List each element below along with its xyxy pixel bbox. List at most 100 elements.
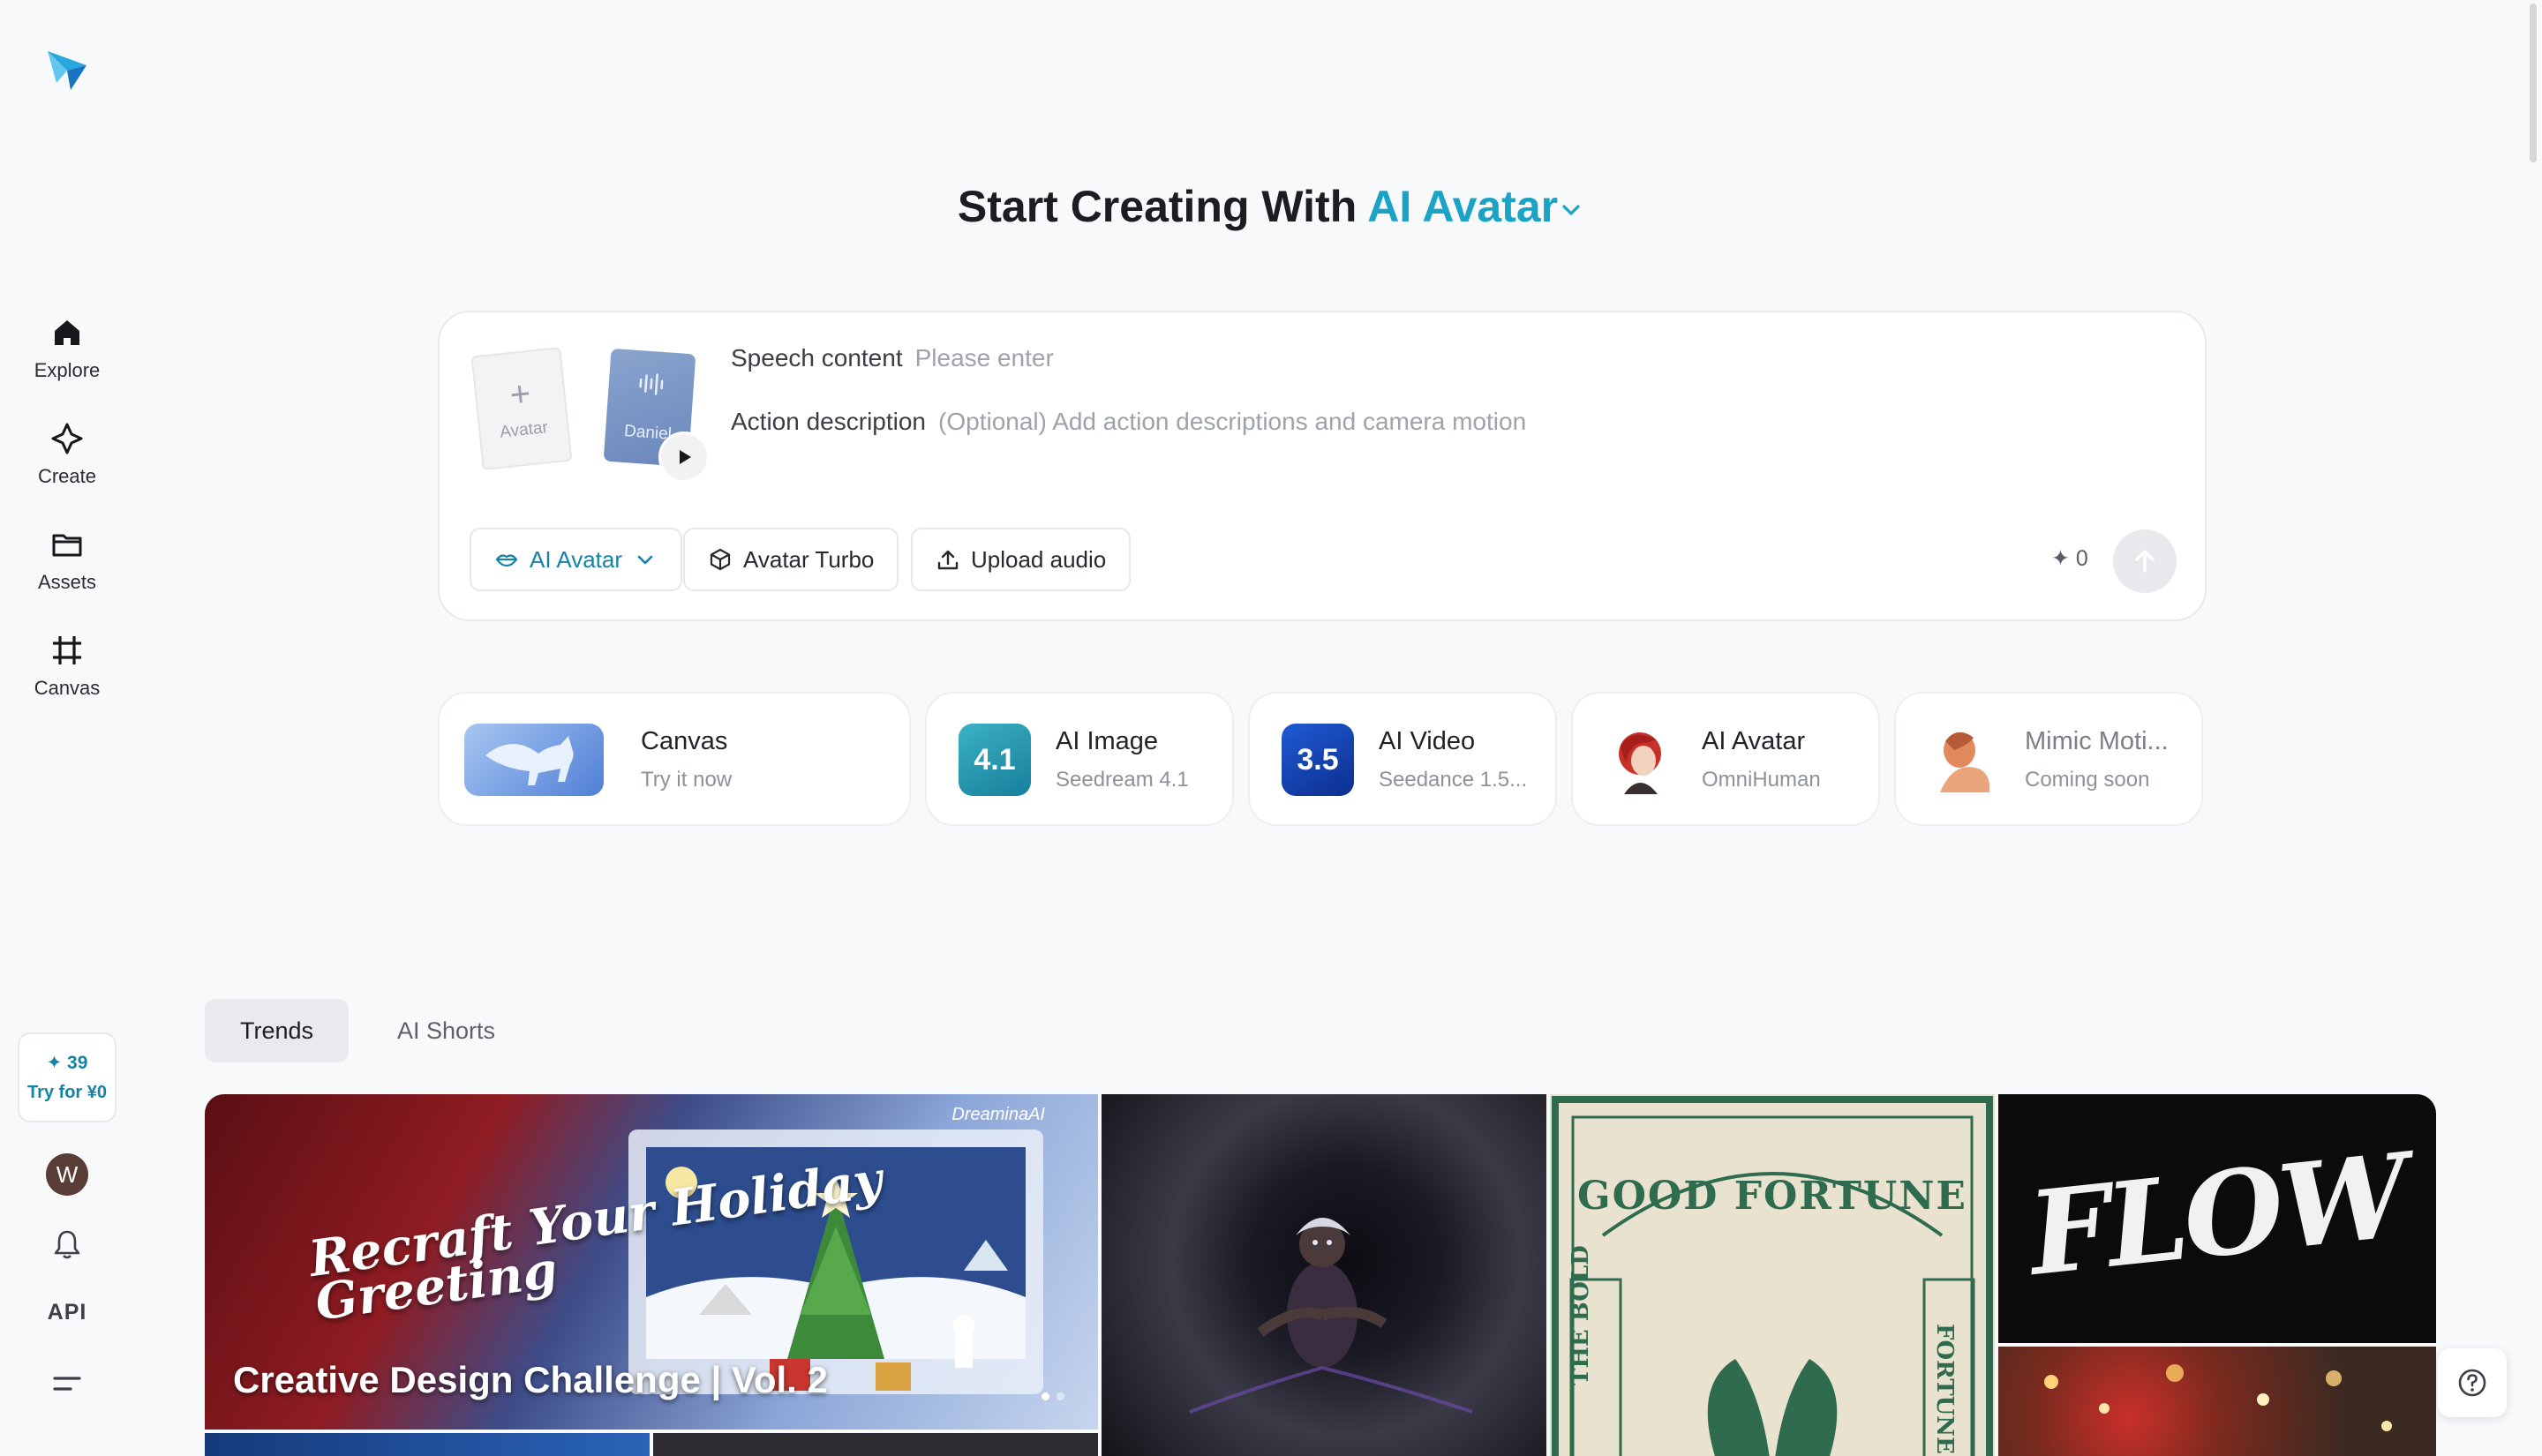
ai-image-badge-text: 4.1	[974, 742, 1016, 777]
credits-widget[interactable]: ✦ 39 Try for ¥0	[18, 1032, 117, 1122]
ai-video-badge-icon: 3.5	[1282, 724, 1354, 796]
bell-icon[interactable]	[49, 1227, 85, 1262]
heading-prefix: Start Creating With	[957, 182, 1357, 231]
credit-count: ✦ 39	[46, 1053, 88, 1073]
tool-card-sub: Coming soon	[2025, 768, 2150, 792]
speech-content-placeholder: Please enter	[914, 344, 1054, 372]
tool-card-ai-image[interactable]: 4.1 AI Image Seedream 4.1	[925, 692, 1234, 826]
model-selector[interactable]: Avatar Turbo	[683, 528, 899, 591]
sidebar-item-label: Assets	[37, 571, 97, 593]
fortune-heading: GOOD FORTUNE	[1577, 1174, 1967, 1219]
crop-icon	[53, 636, 81, 664]
sidebar-item-assets[interactable]: Assets	[14, 516, 120, 604]
folder-icon	[52, 534, 82, 557]
upload-icon	[937, 550, 959, 570]
mode-selector[interactable]: AI Avatar	[1367, 182, 1584, 231]
ai-image-badge-icon: 4.1	[959, 724, 1031, 796]
sidebar-item-explore[interactable]: Explore	[14, 304, 120, 393]
tool-card-mimic-motion[interactable]: Mimic Moti... Coming soon	[1894, 692, 2203, 826]
tool-card-name: AI Video	[1379, 727, 1476, 755]
sidebar-item-label: Canvas	[34, 677, 101, 699]
fortune-side-right: FORTUNE	[1931, 1324, 1958, 1454]
sorceress-illustration	[1189, 1218, 1473, 1414]
gallery-tile-holiday-lights[interactable]	[1998, 1347, 2436, 1456]
waveform-icon	[639, 373, 664, 395]
chevron-down-icon	[637, 555, 653, 565]
upload-audio-button[interactable]: Upload audio	[911, 528, 1132, 591]
mode-dropdown[interactable]: AI Avatar	[470, 528, 683, 591]
tool-card-sub: OmniHuman	[1702, 768, 1821, 792]
action-description-placeholder: (Optional) Add action descriptions and c…	[938, 408, 1527, 435]
model-selector-label: Avatar Turbo	[743, 545, 875, 573]
gallery-tile-dark-portal[interactable]	[1102, 1094, 1546, 1456]
action-description-field[interactable]: Action description (Optional) Add action …	[731, 408, 1526, 436]
user-avatar[interactable]: W	[46, 1153, 88, 1196]
app-logo[interactable]	[44, 44, 90, 94]
sidebar-item-create[interactable]: Create	[14, 410, 120, 499]
brand-watermark: DreaminaAI	[951, 1105, 1045, 1124]
tool-card-sub: Seedance 1.5...	[1379, 768, 1528, 792]
mimic-thumbnail	[1928, 724, 2000, 796]
tool-card-name: Mimic Moti...	[2025, 727, 2169, 755]
flow-text: FLOW	[2022, 1128, 2412, 1302]
avatar-character-thumbnail	[1605, 724, 1677, 796]
prompt-card: + Avatar Daniel Speech content Please ent…	[438, 311, 2207, 621]
tool-card-sub: Try it now	[641, 768, 733, 792]
menu-icon[interactable]	[51, 1370, 83, 1397]
gallery-tile-good-fortune[interactable]: GOOD FORTUNE THE BOLD FORTUNE	[1550, 1094, 1995, 1456]
gallery-tile[interactable]	[205, 1433, 650, 1456]
sparkle-icon	[51, 423, 83, 454]
tool-card-name: AI Image	[1056, 727, 1159, 755]
api-link[interactable]: API	[0, 1300, 134, 1325]
speech-content-label: Speech content	[731, 344, 903, 372]
carousel-dots[interactable]	[1042, 1392, 1064, 1400]
avatar-upload-slot[interactable]: + Avatar	[470, 347, 573, 470]
sidebar-item-label: Create	[37, 465, 97, 487]
tool-card-ai-video[interactable]: 3.5 AI Video Seedance 1.5...	[1248, 692, 1557, 826]
credit-cost: ✦ 0	[2051, 545, 2088, 572]
tool-card-canvas[interactable]: Canvas Try it now	[438, 692, 911, 826]
sidebar-item-label: Explore	[34, 359, 101, 381]
tab-ai-shorts[interactable]: AI Shorts	[362, 999, 530, 1062]
home-icon	[55, 320, 79, 345]
mode-selector-label: AI Avatar	[1367, 182, 1559, 231]
arrow-up-icon	[2135, 550, 2155, 573]
chevron-down-icon	[1562, 205, 1580, 215]
speech-content-field[interactable]: Speech content Please enter	[731, 344, 1054, 372]
fortune-frame-illustration	[1552, 1096, 1993, 1456]
fortune-side-left: THE BOLD	[1568, 1245, 1594, 1385]
gallery-tile[interactable]	[653, 1433, 1098, 1456]
sparkle-icon: ✦	[2051, 546, 2070, 571]
featured-banner[interactable]: Recraft Your Holiday Greeting DreaminaAI…	[205, 1094, 1098, 1430]
cube-icon	[710, 548, 731, 571]
gallery-tile-flow[interactable]: FLOW	[1998, 1094, 2436, 1343]
question-icon	[2458, 1369, 2486, 1397]
play-voice-button[interactable]	[658, 432, 710, 483]
tool-card-sub: Seedream 4.1	[1056, 768, 1189, 792]
pegasus-icon	[485, 736, 574, 785]
gallery-grid: Recraft Your Holiday Greeting DreaminaAI…	[205, 1094, 2436, 1456]
tool-card-ai-avatar[interactable]: AI Avatar OmniHuman	[1571, 692, 1880, 826]
page-scrollbar[interactable]	[2530, 4, 2537, 162]
try-free-label: Try for ¥0	[26, 1083, 108, 1102]
avatar-slot-label: Avatar	[499, 418, 549, 442]
plus-icon: +	[508, 373, 533, 416]
upload-audio-label: Upload audio	[971, 545, 1107, 573]
credit-cost-value: 0	[2075, 546, 2088, 571]
submit-button[interactable]	[2113, 529, 2177, 593]
tool-card-name: Canvas	[641, 727, 728, 755]
ai-video-badge-text: 3.5	[1297, 742, 1339, 777]
mode-dropdown-label: AI Avatar	[530, 545, 623, 573]
figure-icon	[1940, 732, 1990, 792]
bokeh-lights	[2044, 1364, 2392, 1431]
play-icon	[680, 450, 691, 464]
sidebar-item-canvas[interactable]: Canvas	[14, 622, 120, 710]
pegasus-thumbnail	[464, 724, 604, 796]
banner-title: Creative Design Challenge | Vol. 2	[233, 1359, 828, 1400]
page-title: Start Creating With AI Avatar	[0, 181, 2542, 232]
help-button[interactable]	[2438, 1348, 2507, 1417]
tab-trends[interactable]: Trends	[205, 999, 350, 1062]
red-hair-character-icon	[1619, 732, 1661, 794]
tool-card-name: AI Avatar	[1702, 727, 1806, 755]
action-description-label: Action description	[731, 408, 927, 435]
